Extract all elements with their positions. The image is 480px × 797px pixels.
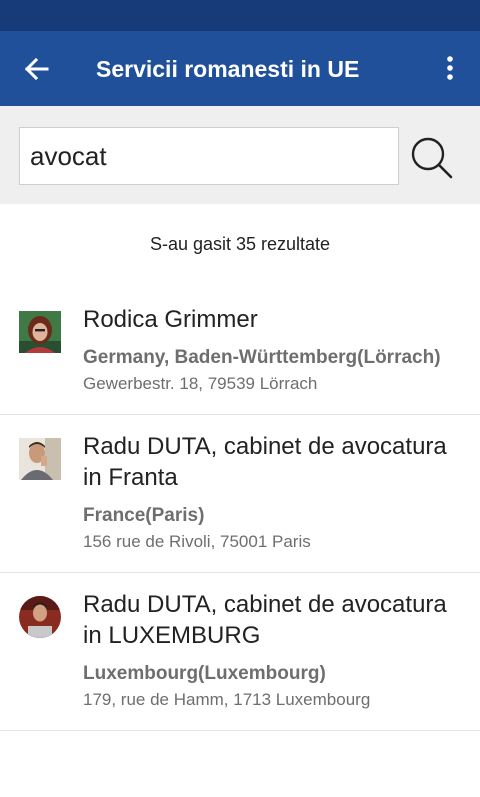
status-bar: [0, 0, 480, 31]
item-name: Radu DUTA, cabinet de avocatura in LUXEM…: [83, 591, 447, 649]
search-input[interactable]: [19, 127, 399, 185]
search-area: [0, 106, 480, 204]
page-title: Servicii romanesti in UE: [96, 56, 360, 82]
search-icon[interactable]: [406, 134, 456, 182]
item-location: Germany, Baden-Württemberg(Lörrach): [83, 347, 441, 368]
more-vert-icon[interactable]: [440, 55, 460, 83]
item-address: 179, rue de Hamm, 1713 Luxembourg: [83, 690, 371, 709]
results-list: Rodica Grimmer Germany, Baden-Württember…: [0, 288, 480, 731]
list-item[interactable]: Radu DUTA, cabinet de avocatura in LUXEM…: [0, 573, 480, 731]
result-count: S-au gasit 35 rezultate: [149, 234, 331, 254]
item-address: 156 rue de Rivoli, 75001 Paris: [83, 532, 311, 551]
item-location: France(Paris): [83, 505, 205, 526]
list-item[interactable]: Rodica Grimmer Germany, Baden-Württember…: [0, 288, 480, 415]
avatar: [19, 438, 61, 480]
list-item[interactable]: Radu DUTA, cabinet de avocatura in Frant…: [0, 415, 480, 573]
arrow-left-icon[interactable]: [22, 55, 50, 83]
item-name: Rodica Grimmer: [83, 306, 258, 333]
item-name: Radu DUTA, cabinet de avocatura in Frant…: [83, 433, 447, 491]
app-bar: Servicii romanesti in UE: [0, 31, 480, 106]
avatar: [19, 311, 61, 353]
item-address: Gewerbestr. 18, 79539 Lörrach: [83, 374, 318, 393]
item-location: Luxembourg(Luxembourg): [83, 663, 326, 684]
avatar: [19, 596, 61, 638]
